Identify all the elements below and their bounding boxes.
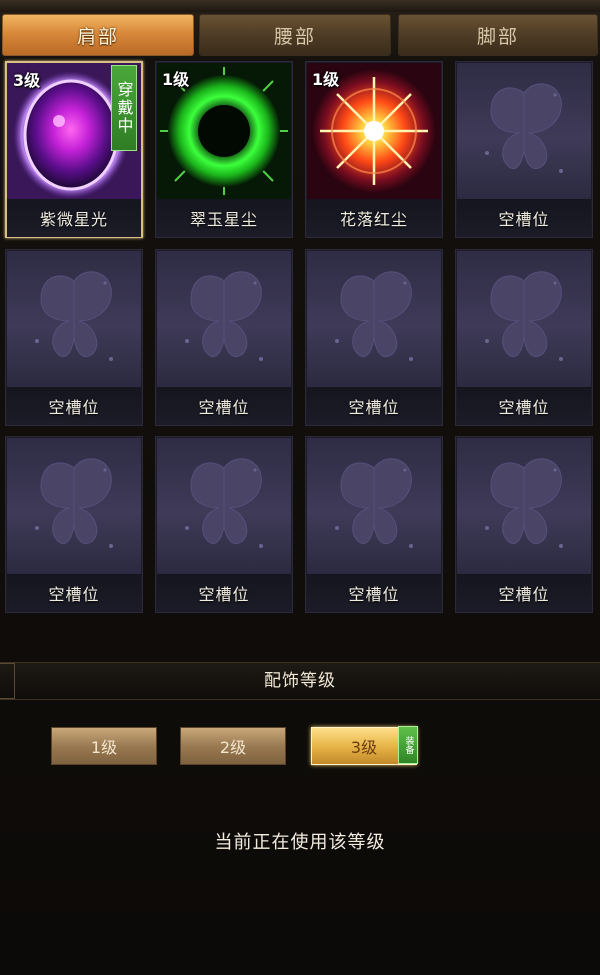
slot-item[interactable]: 1级 花落红尘 — [305, 61, 443, 238]
level-2-button[interactable]: 2级 — [180, 727, 286, 765]
tab-waist[interactable]: 腰部 — [199, 14, 391, 56]
butterfly-placeholder-icon — [35, 458, 113, 548]
butterfly-placeholder-icon — [335, 458, 413, 548]
slot-art — [457, 438, 591, 574]
level-1-button[interactable]: 1级 — [51, 727, 157, 765]
slot-art — [457, 63, 591, 199]
slot-art — [157, 438, 291, 574]
slot-name: 空槽位 — [307, 574, 441, 612]
wearing-tag: 穿戴中 — [111, 65, 137, 151]
slot-art — [7, 438, 141, 574]
slot-empty[interactable]: 空槽位 — [155, 436, 293, 613]
butterfly-placeholder-icon — [335, 271, 413, 361]
accessory-panel: 肩部 腰部 脚部 3级 穿戴中 紫微星光 1级 翠玉星尘 1级 花落红尘 空槽位… — [0, 0, 600, 975]
butterfly-placeholder-icon — [485, 458, 563, 548]
slot-equipped[interactable]: 3级 穿戴中 紫微星光 — [5, 61, 143, 238]
slot-empty[interactable]: 空槽位 — [155, 249, 293, 426]
section-title: 配饰等级 — [264, 671, 336, 691]
slot-empty[interactable]: 空槽位 — [5, 249, 143, 426]
slot-art — [7, 251, 141, 387]
slot-name: 翠玉星尘 — [157, 199, 291, 237]
slot-name: 空槽位 — [457, 199, 591, 237]
slot-art — [457, 251, 591, 387]
slot-name: 空槽位 — [157, 387, 291, 425]
tab-feet[interactable]: 脚部 — [398, 14, 598, 56]
slot-empty[interactable]: 空槽位 — [305, 436, 443, 613]
butterfly-placeholder-icon — [35, 271, 113, 361]
slot-name: 空槽位 — [457, 387, 591, 425]
slot-item[interactable]: 1级 翠玉星尘 — [155, 61, 293, 238]
tab-shoulder[interactable]: 肩部 — [2, 14, 194, 56]
slot-art — [307, 251, 441, 387]
slot-empty[interactable]: 空槽位 — [5, 436, 143, 613]
slot-name: 空槽位 — [7, 574, 141, 612]
slot-name: 紫微星光 — [7, 199, 141, 237]
butterfly-placeholder-icon — [485, 83, 563, 173]
slot-name: 花落红尘 — [307, 199, 441, 237]
slot-name: 空槽位 — [457, 574, 591, 612]
slot-art — [307, 438, 441, 574]
slot-name: 空槽位 — [7, 387, 141, 425]
slot-empty[interactable]: 空槽位 — [455, 249, 593, 426]
slot-empty[interactable]: 空槽位 — [305, 249, 443, 426]
slot-name: 空槽位 — [307, 387, 441, 425]
level-badge: 1级 — [312, 70, 340, 89]
butterfly-placeholder-icon — [185, 271, 263, 361]
tab-bar: 肩部 腰部 脚部 — [0, 0, 600, 58]
slot-empty[interactable]: 空槽位 — [455, 61, 593, 238]
butterfly-placeholder-icon — [485, 271, 563, 361]
equipped-tag: 装备 — [398, 726, 418, 764]
slot-empty[interactable]: 空槽位 — [455, 436, 593, 613]
slot-name: 空槽位 — [157, 574, 291, 612]
butterfly-placeholder-icon — [185, 458, 263, 548]
slot-art — [157, 251, 291, 387]
status-text: 当前正在使用该等级 — [214, 832, 386, 853]
level-badge: 1级 — [162, 70, 190, 89]
level-badge: 3级 — [13, 71, 41, 90]
section-header: 配饰等级 — [0, 662, 600, 700]
